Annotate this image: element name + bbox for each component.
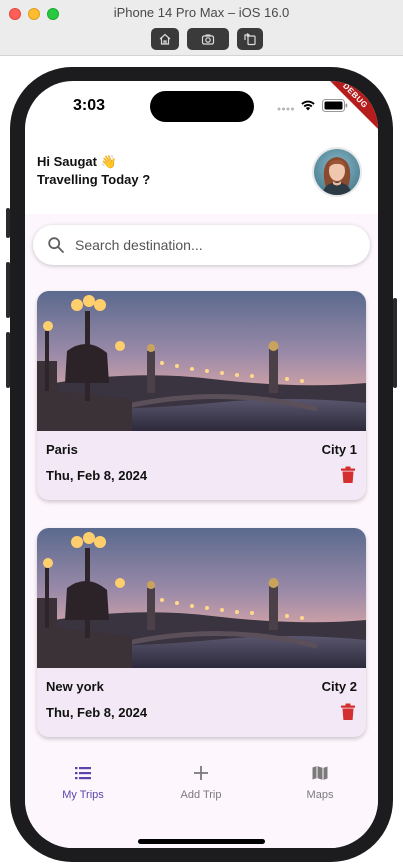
search-input[interactable]	[75, 233, 355, 257]
nav-label: Maps	[306, 789, 334, 801]
dynamic-island	[150, 91, 254, 122]
phone-screen: 3:03 DEBUG Hi Saugat 👋 Travelling Today …	[25, 81, 378, 848]
search-icon	[48, 237, 64, 253]
home-button[interactable]	[151, 28, 179, 50]
trips-content: Paris City 1 Thu, Feb 8, 2024	[25, 214, 378, 754]
plus-icon	[194, 766, 208, 780]
delete-trip-icon[interactable]	[340, 466, 356, 484]
trip-city-label: City 1	[321, 442, 357, 457]
trip-card[interactable]: Paris City 1 Thu, Feb 8, 2024	[37, 291, 366, 500]
nav-add-trip[interactable]: Add Trip	[156, 764, 246, 801]
home-icon	[159, 33, 171, 45]
home-indicator[interactable]	[138, 839, 265, 844]
trip-name: Paris	[46, 442, 78, 457]
screenshot-button[interactable]	[187, 28, 229, 50]
mute-switch	[6, 208, 10, 238]
bottom-navigation: My Trips Add Trip Maps	[25, 754, 378, 848]
status-bar: 3:03 DEBUG	[25, 81, 378, 133]
list-icon	[75, 767, 91, 780]
profile-avatar[interactable]	[312, 147, 362, 197]
greeting-line: Hi Saugat 👋	[37, 154, 117, 169]
trip-name: New york	[46, 679, 104, 694]
trip-card[interactable]: New york City 2 Thu, Feb 8, 2024	[37, 528, 366, 737]
delete-trip-icon[interactable]	[340, 703, 356, 721]
status-time: 3:03	[73, 97, 106, 114]
wifi-icon	[301, 100, 315, 111]
power-button	[393, 298, 397, 388]
rotate-button[interactable]	[237, 28, 263, 50]
volume-down-button	[6, 332, 10, 388]
nav-my-trips[interactable]: My Trips	[38, 764, 128, 801]
screenshot-icon	[201, 34, 215, 45]
search-bar[interactable]	[33, 225, 370, 265]
simulator-titlebar: iPhone 14 Pro Max – iOS 16.0	[0, 0, 403, 56]
greeting-header: Hi Saugat 👋 Travelling Today ?	[25, 131, 378, 214]
nav-label: Add Trip	[180, 789, 222, 801]
trip-photo	[37, 291, 366, 431]
greeting-subtitle: Travelling Today ?	[37, 172, 151, 187]
greeting-text: Hi Saugat 👋 Travelling Today ?	[37, 153, 150, 189]
nav-label: My Trips	[62, 789, 104, 801]
trip-city-label: City 2	[321, 679, 357, 694]
volume-up-button	[6, 262, 10, 318]
cellular-signal-icon	[277, 107, 294, 111]
battery-icon	[322, 99, 348, 112]
trip-date: Thu, Feb 8, 2024	[46, 468, 148, 483]
window-title: iPhone 14 Pro Max – iOS 16.0	[113, 5, 290, 20]
trip-date: Thu, Feb 8, 2024	[46, 705, 148, 720]
avatar-photo	[314, 149, 360, 195]
map-icon	[312, 766, 328, 780]
nav-maps[interactable]: Maps	[275, 764, 365, 801]
rotate-icon	[244, 33, 256, 46]
trip-photo	[37, 528, 366, 668]
